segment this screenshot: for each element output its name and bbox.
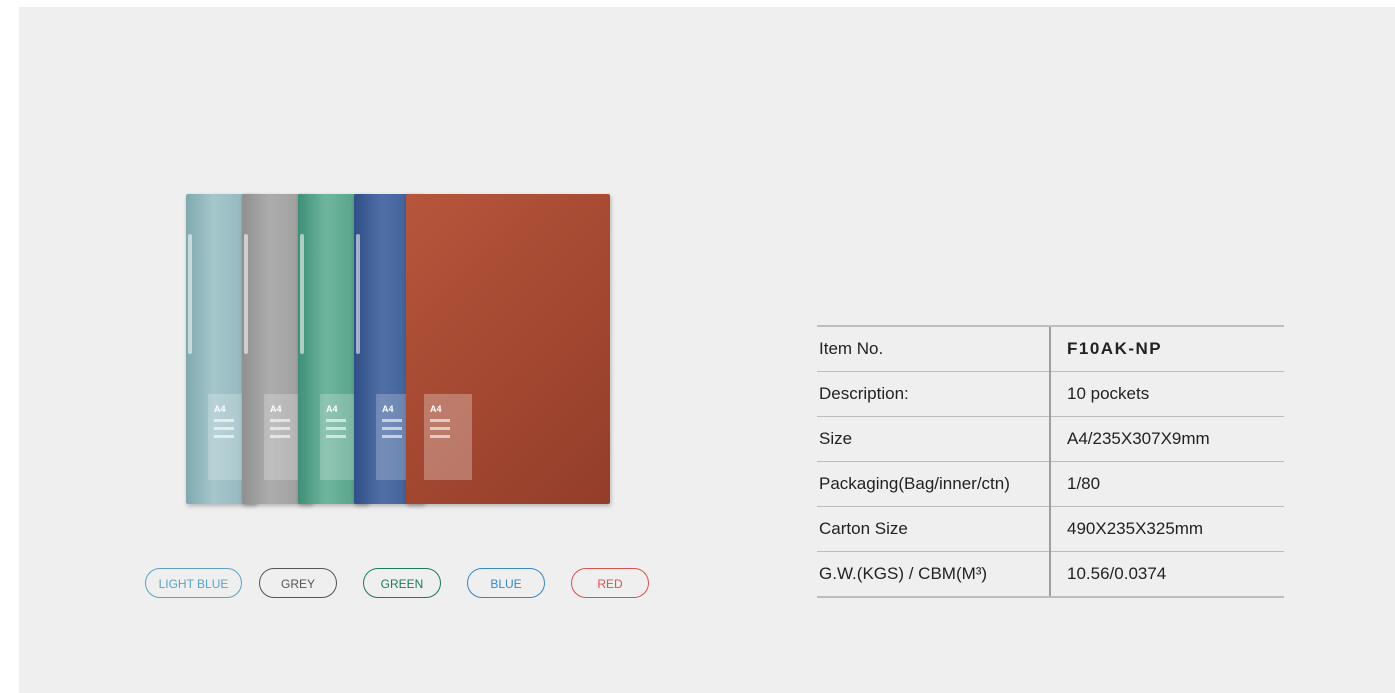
spec-table: Item No. F10AK-NP Description: 10 pocket…	[817, 325, 1284, 598]
spec-value: A4/235X307X9mm	[1049, 416, 1284, 462]
spec-key: Item No.	[817, 325, 1050, 372]
spec-value-item-no: F10AK-NP	[1049, 325, 1284, 372]
spec-key: Size	[817, 416, 1050, 462]
folder-label: A4	[430, 404, 442, 414]
label-card: A4	[320, 394, 358, 480]
folder-red: A4	[406, 194, 610, 504]
spec-key: Packaging(Bag/inner/ctn)	[817, 461, 1050, 507]
swatch-grey[interactable]: GREY	[259, 568, 337, 598]
table-row: Carton Size 490X235X325mm	[817, 506, 1284, 552]
spine-clip	[300, 234, 304, 354]
spine-clip	[188, 234, 192, 354]
swatch-red[interactable]: RED	[571, 568, 649, 598]
table-row: Size A4/235X307X9mm	[817, 416, 1284, 462]
spec-value: 1/80	[1049, 461, 1284, 507]
label-card: A4	[208, 394, 246, 480]
product-image-folders: A4 A4 A4 A4 A4	[186, 194, 610, 509]
table-row: Packaging(Bag/inner/ctn) 1/80	[817, 461, 1284, 507]
swatch-blue[interactable]: BLUE	[467, 568, 545, 598]
spec-key: Carton Size	[817, 506, 1050, 552]
table-row: Item No. F10AK-NP	[817, 325, 1284, 372]
label-card: A4	[424, 394, 472, 480]
label-card: A4	[264, 394, 302, 480]
spec-key: Description:	[817, 371, 1050, 417]
swatch-light-blue[interactable]: LIGHT BLUE	[145, 568, 242, 598]
spec-value: 10.56/0.0374	[1049, 551, 1284, 598]
swatch-green[interactable]: GREEN	[363, 568, 441, 598]
table-row: G.W.(KGS) / CBM(M³) 10.56/0.0374	[817, 551, 1284, 598]
spine-clip	[244, 234, 248, 354]
table-row: Description: 10 pockets	[817, 371, 1284, 417]
spec-value: 10 pockets	[1049, 371, 1284, 417]
spec-key: G.W.(KGS) / CBM(M³)	[817, 551, 1050, 598]
spec-value: 490X235X325mm	[1049, 506, 1284, 552]
spine-clip	[356, 234, 360, 354]
